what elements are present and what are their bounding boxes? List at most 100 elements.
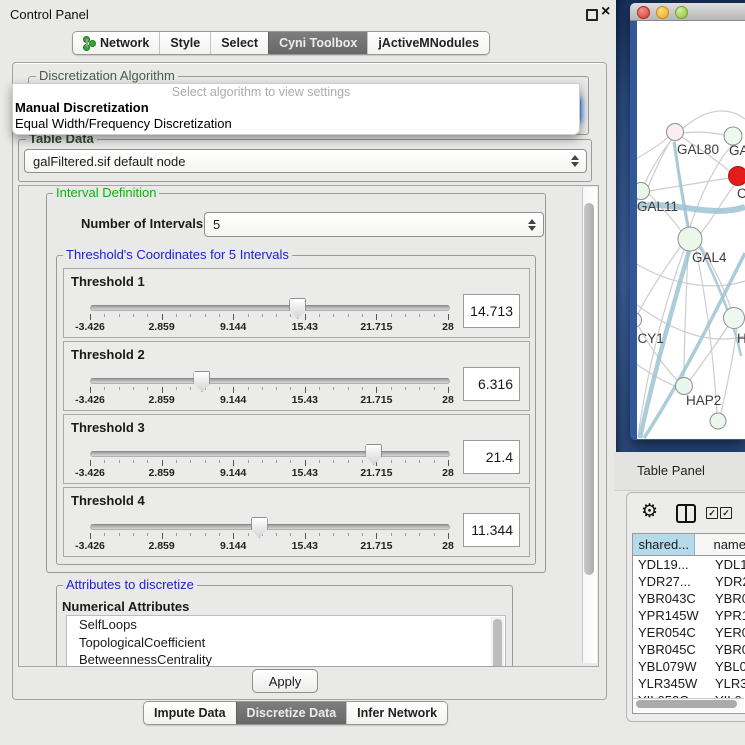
- table-row[interactable]: YBR043CYBR0: [633, 590, 745, 607]
- table-data-combobox[interactable]: galFiltered.sif default node: [24, 149, 587, 173]
- threshold-value-field[interactable]: 21.4: [463, 440, 520, 474]
- network-node[interactable]: [710, 413, 726, 429]
- slider-tick-label: 28: [442, 467, 454, 479]
- gear-icon[interactable]: ⚙: [641, 500, 658, 523]
- dropdown-option-equal-width[interactable]: Equal Width/Frequency Discretization: [13, 116, 579, 132]
- num-intervals-combobox[interactable]: 5: [204, 212, 544, 237]
- slider-tick: [362, 460, 363, 463]
- slider-tick: [133, 533, 134, 536]
- table-row[interactable]: YLR345WYLR3: [633, 675, 745, 692]
- slider-tick-label: 21.715: [360, 540, 392, 552]
- network-canvas[interactable]: GAL80GALCGAL11GAL4GCY1HHAP2: [637, 21, 745, 439]
- slider-tick: [448, 387, 449, 393]
- slider-tick: [147, 460, 148, 463]
- dropdown-option-manual[interactable]: Manual Discretization: [13, 100, 579, 116]
- slider-tick: [405, 314, 406, 317]
- network-icon: [83, 36, 96, 50]
- network-node[interactable]: [637, 183, 650, 200]
- threshold-value-field[interactable]: 6.316: [463, 367, 520, 401]
- slider-tick-label: 21.715: [360, 321, 392, 333]
- slider-tick: [333, 460, 334, 463]
- slider-tick: [391, 533, 392, 536]
- minimize-button[interactable]: [656, 6, 669, 19]
- slider-track[interactable]: [90, 378, 450, 384]
- slider-tick-label: 2.859: [148, 467, 174, 479]
- slider-tick: [162, 460, 163, 466]
- tab-jactivemnodules[interactable]: jActiveMNodules: [367, 32, 489, 54]
- tab-network[interactable]: Network: [73, 32, 159, 54]
- tab-cyni-toolbox[interactable]: Cyni Toolbox: [268, 32, 367, 54]
- column-header-name[interactable]: name: [695, 534, 745, 555]
- slider-tick: [305, 533, 306, 539]
- slider-track[interactable]: [90, 451, 450, 457]
- network-edge[interactable]: [648, 140, 671, 187]
- table-row[interactable]: YBL079WYBL0: [633, 658, 745, 675]
- slider-thumb[interactable]: [251, 517, 268, 538]
- slider-thumb[interactable]: [193, 371, 210, 392]
- node-label: HAP2: [686, 393, 721, 408]
- close-button[interactable]: [637, 6, 650, 19]
- threshold-value-field[interactable]: 11.344: [463, 513, 520, 547]
- close-icon[interactable]: ×: [601, 3, 610, 21]
- slider-tick: [205, 460, 206, 463]
- combo-stepper-icon: [571, 155, 579, 167]
- network-edge[interactable]: [637, 137, 668, 161]
- slider-thumb[interactable]: [289, 298, 306, 319]
- column-header-shared-name[interactable]: shared...: [633, 534, 695, 555]
- network-node[interactable]: [667, 124, 684, 141]
- slider-tick: [391, 387, 392, 390]
- network-node[interactable]: [724, 308, 745, 329]
- checkbox-icon[interactable]: ✓: [706, 507, 718, 519]
- attribute-item[interactable]: SelfLoops: [67, 616, 505, 634]
- tab-infer-network[interactable]: Infer Network: [346, 702, 447, 724]
- list-scrollbar[interactable]: [491, 617, 504, 667]
- tab-impute-data[interactable]: Impute Data: [144, 702, 236, 724]
- threshold-value-field[interactable]: 14.713: [463, 294, 520, 328]
- network-node[interactable]: [637, 313, 642, 328]
- network-edge[interactable]: [649, 178, 729, 191]
- threshold-slider[interactable]: -3.4262.8599.14415.4321.71528: [64, 342, 529, 410]
- network-node[interactable]: [729, 167, 745, 186]
- table-h-scrollbar-thumb[interactable]: [636, 700, 737, 708]
- network-edge[interactable]: [721, 328, 737, 413]
- slider-track[interactable]: [90, 305, 450, 311]
- network-window-titlebar[interactable]: [630, 3, 745, 21]
- slider-tick: [176, 533, 177, 536]
- columns-icon[interactable]: [676, 504, 696, 523]
- float-window-icon[interactable]: [586, 9, 598, 21]
- tab-select[interactable]: Select: [210, 32, 268, 54]
- zoom-button[interactable]: [675, 6, 688, 19]
- tab-discretize-data[interactable]: Discretize Data: [236, 702, 347, 724]
- dropdown-prompt: Select algorithm to view settings: [13, 84, 579, 100]
- network-node[interactable]: [676, 378, 693, 395]
- list-scrollbar-thumb[interactable]: [493, 619, 502, 667]
- table-row[interactable]: YER054CYER0: [633, 624, 745, 641]
- attribute-item[interactable]: TopologicalCoefficient: [67, 634, 505, 652]
- tab-style[interactable]: Style: [159, 32, 210, 54]
- apply-button[interactable]: Apply: [252, 669, 318, 693]
- threshold-slider[interactable]: -3.4262.8599.14415.4321.71528: [64, 415, 529, 483]
- tab-label: Impute Data: [154, 706, 226, 720]
- slider-tick: [219, 460, 220, 463]
- table-row[interactable]: YDR27...YDR2: [633, 573, 745, 590]
- node-label: H: [737, 331, 745, 346]
- algorithm-dropdown-popup: Select algorithm to view settings Manual…: [12, 83, 580, 135]
- slider-thumb[interactable]: [365, 444, 382, 465]
- table-row[interactable]: YBR045CYBR0: [633, 641, 745, 658]
- threshold-slider[interactable]: -3.4262.8599.14415.4321.71528: [64, 269, 529, 337]
- tab-label: Cyni Toolbox: [279, 36, 357, 50]
- network-edge[interactable]: [683, 132, 724, 135]
- threshold-slider[interactable]: -3.4262.8599.14415.4321.71528: [64, 488, 529, 556]
- network-node[interactable]: [678, 227, 702, 251]
- checkbox-icon[interactable]: ✓: [720, 507, 732, 519]
- table-row[interactable]: YPR145WYPR1: [633, 607, 745, 624]
- attribute-item[interactable]: BetweennessCentrality: [67, 651, 505, 667]
- slider-tick: [190, 533, 191, 536]
- network-edge[interactable]: [690, 326, 728, 380]
- panel-scrollbar-thumb[interactable]: [584, 203, 594, 575]
- numerical-attributes-list[interactable]: SelfLoopsTopologicalCoefficientBetweenne…: [66, 615, 506, 667]
- slider-tick: [162, 314, 163, 320]
- table-row[interactable]: YDL19...YDL1: [633, 556, 745, 573]
- slider-track[interactable]: [90, 524, 450, 530]
- slider-tick: [248, 387, 249, 390]
